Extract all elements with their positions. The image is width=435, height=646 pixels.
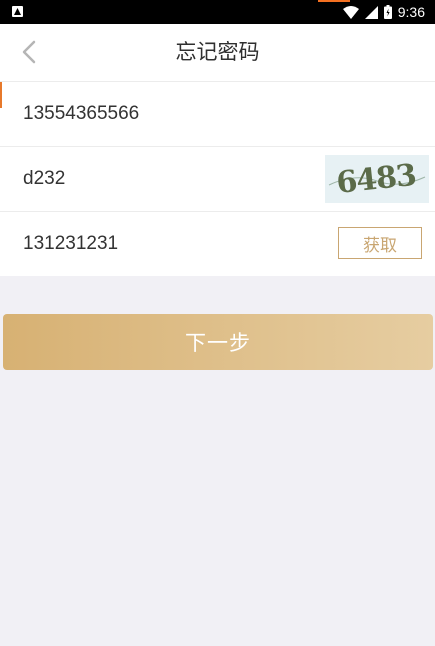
wifi-icon [342,5,359,19]
reset-form: 6483 获取 [0,82,435,276]
captcha-input[interactable] [23,147,303,211]
status-time: 9:36 [397,4,425,20]
phone-input[interactable] [23,82,303,146]
sms-code-row: 获取 [0,212,435,276]
captcha-text: 6483 [335,158,418,201]
sms-code-input[interactable] [23,212,303,276]
navbar: 忘记密码 [0,24,435,82]
signal-icon [364,5,378,19]
status-right: 9:36 [342,0,425,24]
next-button[interactable]: 下一步 [3,314,433,370]
page-title: 忘记密码 [175,40,260,64]
status-bar: 9:36 [0,0,435,24]
captcha-image[interactable]: 6483 [325,155,429,203]
phone-row [0,82,435,147]
forgot-password-screen: 忘记密码 6483 获取 下一步 [0,24,435,646]
battery-icon [383,5,392,19]
notification-icon [12,6,23,17]
captcha-row: 6483 [0,147,435,212]
edge-indicator [0,82,2,108]
get-code-button[interactable]: 获取 [338,227,422,259]
